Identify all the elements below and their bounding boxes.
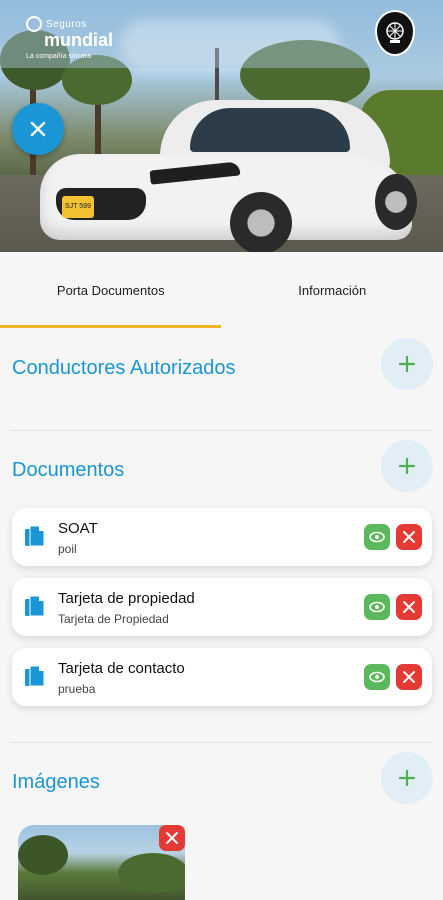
divider	[10, 430, 433, 431]
document-card-soat[interactable]: SOAT poil	[12, 508, 432, 566]
delete-document-button[interactable]	[396, 594, 422, 620]
section-title-documents: Documentos	[12, 459, 125, 481]
car-wheel	[230, 192, 292, 252]
document-title: Tarjeta de propiedad	[58, 590, 195, 607]
brand-ring-icon	[26, 16, 42, 32]
plus-icon	[398, 457, 416, 475]
brand-logo: Seguros mundial La compañía sincera	[26, 16, 113, 60]
add-driver-button[interactable]	[381, 338, 433, 390]
document-subtitle: prueba	[58, 682, 96, 696]
delete-document-button[interactable]	[396, 664, 422, 690]
tab-porta-documentos[interactable]: Porta Documentos	[0, 252, 222, 328]
view-document-button[interactable]	[364, 664, 390, 690]
tab-bar: Porta Documentos Información	[0, 252, 443, 328]
document-copy-icon	[25, 595, 45, 617]
tree	[118, 853, 185, 893]
document-card-tarjeta-contacto[interactable]: Tarjeta de contacto prueba	[12, 648, 432, 706]
add-document-button[interactable]	[381, 440, 433, 492]
tree	[18, 835, 68, 875]
section-title-drivers: Conductores Autorizados	[12, 357, 236, 379]
eye-icon	[369, 531, 385, 543]
brand-tagline: La compañía sincera	[26, 53, 91, 60]
view-document-button[interactable]	[364, 524, 390, 550]
plus-icon	[398, 355, 416, 373]
vehicle-hero-image: SJT 599 Seguros mundial La compañía sinc…	[0, 0, 443, 252]
document-title: SOAT	[58, 520, 98, 537]
car-wheel	[375, 174, 417, 230]
document-subtitle: Tarjeta de Propiedad	[58, 612, 169, 626]
x-icon	[403, 671, 415, 683]
car-window	[190, 108, 350, 152]
document-copy-icon	[25, 525, 45, 547]
plus-icon	[398, 769, 416, 787]
license-plate: SJT 599	[62, 196, 94, 218]
close-button[interactable]	[12, 103, 64, 155]
view-document-button[interactable]	[364, 594, 390, 620]
document-card-tarjeta-propiedad[interactable]: Tarjeta de propiedad Tarjeta de Propieda…	[12, 578, 432, 636]
tab-informacion[interactable]: Información	[222, 252, 443, 328]
close-icon	[30, 121, 46, 137]
car-image: SJT 599	[40, 96, 417, 252]
section-title-images: Imágenes	[12, 771, 100, 793]
badge-emblem-icon	[386, 22, 404, 43]
brand-name: mundial	[44, 30, 114, 50]
x-icon	[403, 601, 415, 613]
document-subtitle: poil	[58, 542, 77, 556]
document-title: Tarjeta de contacto	[58, 660, 185, 677]
add-image-button[interactable]	[381, 752, 433, 804]
delete-document-button[interactable]	[396, 524, 422, 550]
x-icon	[166, 832, 178, 844]
document-copy-icon	[25, 665, 45, 687]
brand-top-text: Seguros	[46, 18, 87, 30]
x-icon	[403, 531, 415, 543]
eye-icon	[369, 671, 385, 683]
divider	[10, 742, 433, 743]
delete-image-button[interactable]	[159, 825, 185, 851]
eye-icon	[369, 601, 385, 613]
